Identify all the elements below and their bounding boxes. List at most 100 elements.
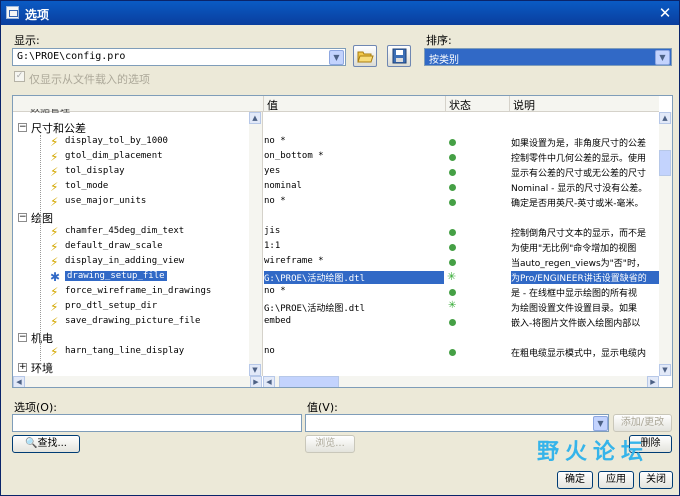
option-name: chamfer_45deg_dim_text — [65, 226, 185, 236]
option-value: no — [264, 346, 275, 356]
save-file-button[interactable] — [387, 45, 411, 67]
option-row[interactable]: ⚡ gtol_dim_placement on_bottom * 控制零件中几何… — [13, 150, 672, 165]
option-description: 如果设置为是，非角度尺寸的公差 — [511, 139, 647, 149]
chevron-down-icon[interactable]: ▼ — [329, 50, 344, 65]
save-icon — [392, 48, 407, 64]
group-label: 尺寸和公差 — [31, 122, 86, 135]
chevron-down-icon[interactable]: ▼ — [593, 416, 608, 431]
title-bar: 选项 ✕ — [1, 1, 679, 25]
expand-toggle-icon[interactable]: + — [18, 363, 27, 372]
option-name: gtol_dim_placement — [65, 151, 163, 161]
option-value: embed — [264, 316, 292, 326]
apply-button[interactable]: 应用 — [598, 471, 634, 489]
tree-group-cell[interactable]: − 尺寸和公差 — [13, 120, 262, 135]
tree-group[interactable]: − 尺寸和公差 — [13, 120, 672, 135]
option-row[interactable]: ⚡ harn_tang_line_display no 在粗电缆显示模式中，显示… — [13, 345, 672, 360]
ok-button[interactable]: 确定 — [557, 471, 593, 489]
option-cell[interactable]: ⚡ display_tol_by_1000 — [13, 135, 262, 150]
option-row[interactable]: ✱ drawing_setup_file G:\PROE\活动绘图.dtl ✳ … — [13, 270, 672, 285]
table-vscroll[interactable]: ▲ ▼ — [659, 112, 672, 376]
option-name: tol_display — [65, 166, 125, 176]
option-row[interactable]: ⚡ tol_mode nominal Nominal - 显示的尺寸没有公差。 — [13, 180, 672, 195]
option-cell[interactable]: ⚡ chamfer_45deg_dim_text — [13, 225, 262, 240]
option-cell[interactable]: ⚡ harn_tang_line_display — [13, 345, 262, 360]
option-value: wireframe * — [264, 256, 324, 266]
tree-vscroll[interactable]: ▲ ▼ — [249, 112, 262, 376]
tree-hscroll[interactable]: ◀ ▶ — [13, 376, 262, 387]
option-value: on_bottom * — [264, 151, 324, 161]
loaded-only-label: 仅显示从文件载入的选项 — [29, 73, 150, 86]
option-value: no * — [264, 286, 286, 296]
sort-value: 按类别 — [429, 55, 459, 66]
loaded-only-checkbox[interactable]: ✓ — [14, 71, 25, 82]
option-value: G:\PROE\活动绘图.dtl — [264, 271, 444, 284]
browse-button[interactable]: 浏览... — [305, 435, 355, 453]
option-row[interactable]: ⚡ display_in_adding_view wireframe * 当au… — [13, 255, 672, 270]
option-description: Nominal - 显示的尺寸没有公差。 — [511, 184, 648, 194]
option-cell[interactable]: ⚡ default_draw_scale — [13, 240, 262, 255]
lightning-icon: ⚡ — [50, 300, 59, 314]
tree-group[interactable]: + 环境 — [13, 360, 672, 375]
option-description: 确定是否用英尺-英寸或米-毫米。 — [511, 199, 644, 209]
close-button[interactable]: 关闭 — [639, 471, 673, 489]
sort-select[interactable]: 按类别 — [424, 48, 672, 66]
column-header-value[interactable]: 值 — [263, 96, 445, 112]
expand-toggle-icon[interactable]: − — [18, 333, 27, 342]
option-cell[interactable]: ✱ drawing_setup_file — [13, 270, 262, 285]
expand-toggle-icon[interactable]: − — [18, 213, 27, 222]
close-icon[interactable]: ✕ — [656, 4, 674, 22]
option-row[interactable]: ⚡ chamfer_45deg_dim_text jis 控制倒角尺寸文本的显示… — [13, 225, 672, 240]
option-description: 是 - 在线框中显示绘图的所有视 — [511, 289, 637, 299]
tree-group-cell[interactable]: − 绘图 — [13, 210, 262, 225]
option-name: pro_dtl_setup_dir — [65, 301, 158, 311]
option-name: drawing_setup_file — [65, 271, 167, 281]
option-row[interactable]: ⚡ save_drawing_picture_file embed 嵌入-将图片… — [13, 315, 672, 330]
lightning-icon: ⚡ — [50, 150, 59, 164]
status-dot-icon — [449, 154, 456, 161]
sort-label: 排序: — [426, 34, 452, 47]
table-hscroll[interactable]: ◀ ▶ — [263, 376, 659, 387]
lightning-icon: ⚡ — [50, 315, 59, 329]
options-dialog: 选项 ✕ 显示: G:\PROE\config.pro ▼ 排序: 按类别 ▼ … — [0, 0, 680, 496]
column-header-desc[interactable]: 说明 — [509, 96, 659, 112]
option-cell[interactable]: ⚡ tol_mode — [13, 180, 262, 195]
tree-group-cell[interactable]: + 环境 — [13, 360, 262, 375]
option-name: display_tol_by_1000 — [65, 136, 168, 146]
lightning-icon: ⚡ — [50, 285, 59, 299]
option-value: nominal — [264, 181, 302, 191]
option-row[interactable]: ⚡ default_draw_scale 1:1 为使用"无比例"命令增加的视图 — [13, 240, 672, 255]
chevron-down-icon[interactable]: ▼ — [655, 50, 670, 65]
expand-toggle-icon[interactable]: − — [18, 123, 27, 132]
status-dot-icon — [449, 319, 456, 326]
option-row[interactable]: ⚡ pro_dtl_setup_dir G:\PROE\活动绘图.dtl ✳ 为… — [13, 300, 672, 315]
option-cell[interactable]: ⚡ display_in_adding_view — [13, 255, 262, 270]
lightning-icon: ⚡ — [50, 135, 59, 149]
splitter[interactable] — [262, 112, 263, 376]
option-row[interactable]: ⚡ tol_display yes 显示有公差的尺寸或无公差的尺寸 — [13, 165, 672, 180]
option-row[interactable]: ⚡ force_wireframe_in_drawings no * 是 - 在… — [13, 285, 672, 300]
tree-group[interactable]: − 绘图 — [13, 210, 672, 225]
status-dot-icon — [449, 349, 456, 356]
status-dot-icon — [449, 259, 456, 266]
display-select[interactable]: G:\PROE\config.pro — [12, 48, 346, 66]
option-cell[interactable]: ⚡ force_wireframe_in_drawings — [13, 285, 262, 300]
find-button[interactable]: 🔍查找... — [12, 435, 80, 453]
asterisk-icon: ✱ — [50, 270, 61, 284]
option-cell[interactable]: ⚡ pro_dtl_setup_dir — [13, 300, 262, 315]
add-change-button[interactable]: 添加/更改 — [613, 414, 672, 432]
option-row[interactable]: ⚡ use_major_units no * 确定是否用英尺-英寸或米-毫米。 — [13, 195, 672, 210]
open-file-button[interactable] — [353, 45, 377, 67]
tree-group-cell[interactable]: − 机电 — [13, 330, 262, 345]
option-description: 为绘图设置文件设置目录。如果 — [511, 304, 638, 314]
option-input[interactable] — [12, 414, 302, 432]
tree-group[interactable]: − 机电 — [13, 330, 672, 345]
option-name: tol_mode — [65, 181, 109, 191]
option-cell[interactable]: ⚡ tol_display — [13, 165, 262, 180]
option-cell[interactable]: ⚡ use_major_units — [13, 195, 262, 210]
option-cell[interactable]: ⚡ save_drawing_picture_file — [13, 315, 262, 330]
column-header-status[interactable]: 状态 — [445, 96, 509, 112]
option-name: default_draw_scale — [65, 241, 163, 251]
value-input[interactable] — [305, 414, 609, 432]
option-cell[interactable]: ⚡ gtol_dim_placement — [13, 150, 262, 165]
option-row[interactable]: ⚡ display_tol_by_1000 no * 如果设置为是，非角度尺寸的… — [13, 135, 672, 150]
